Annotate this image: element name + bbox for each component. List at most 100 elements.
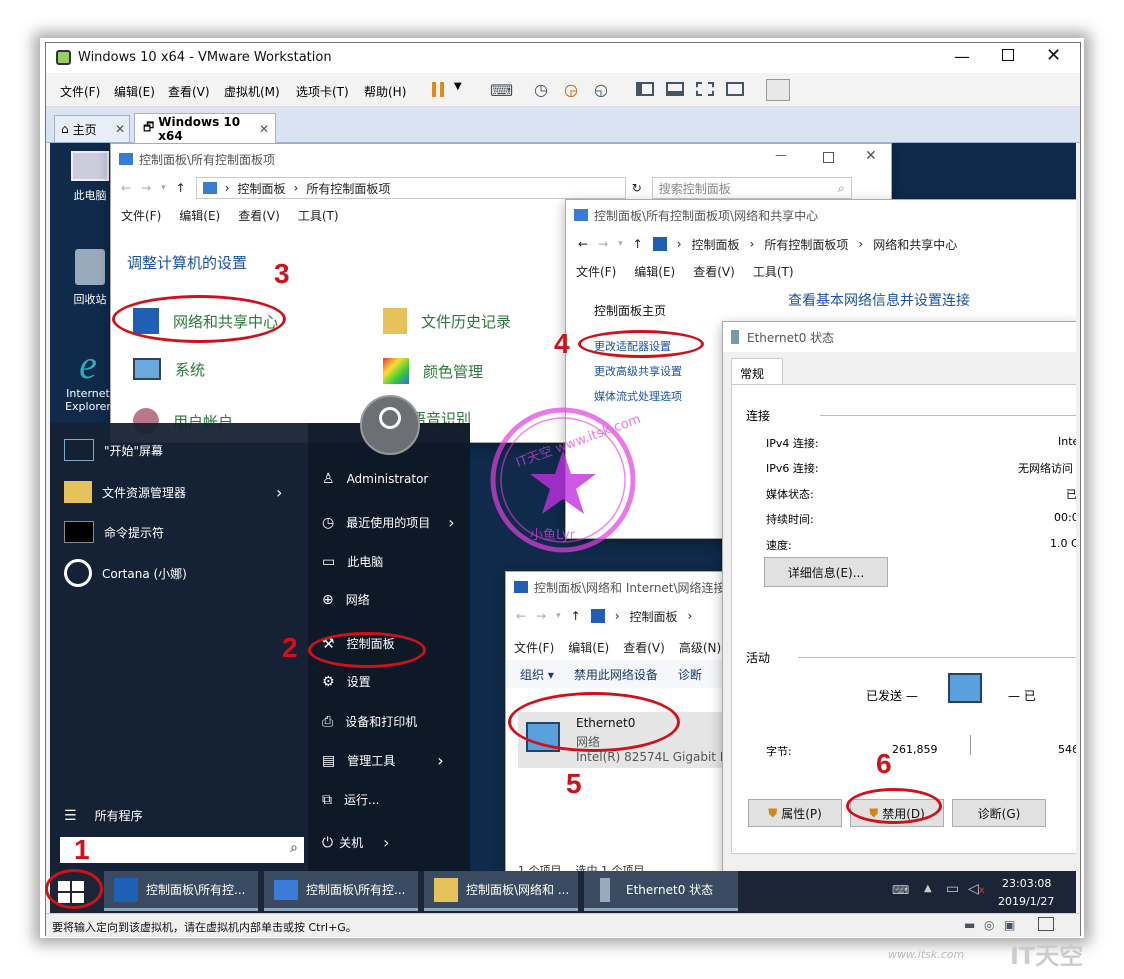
disable-device-button[interactable]: 禁用此网络设备 (574, 666, 658, 683)
cp-item-system[interactable]: 系统 (133, 358, 205, 380)
menu-view[interactable]: 查看(V) (693, 263, 735, 280)
up-icon[interactable]: ↑ (633, 237, 643, 251)
properties-button[interactable]: ⛊ 属性(P) (748, 799, 842, 827)
menu-edit[interactable]: 编辑(E) (114, 83, 155, 100)
start-right-this-pc[interactable]: ▭ 此电脑 (322, 553, 383, 570)
clock-time[interactable]: 23:03:08 (1002, 877, 1051, 890)
cd-icon[interactable]: ◎ (984, 918, 994, 932)
menu-tools[interactable]: 工具(T) (753, 263, 794, 280)
sidebar-toggle-icon[interactable] (636, 82, 654, 96)
menu-edit[interactable]: 编辑(E) (179, 207, 220, 224)
start-screen-item[interactable]: "开始"屏幕 (64, 439, 163, 461)
pause-icon[interactable] (432, 82, 444, 97)
message-icon[interactable] (1038, 917, 1054, 931)
send-keys-icon[interactable]: ⌨ (490, 81, 513, 100)
menu-tools[interactable]: 工具(T) (298, 207, 339, 224)
taskbar-item[interactable]: Ethernet0 状态 (584, 871, 738, 911)
fullscreen-icon[interactable] (696, 82, 714, 96)
path-segment[interactable]: 网络和共享中心 (873, 236, 957, 253)
all-programs[interactable]: ☰ 所有程序 (64, 807, 143, 824)
diagnose-button[interactable]: 诊断(G) (952, 799, 1046, 827)
back-icon[interactable]: ← (516, 609, 526, 623)
taskbar-item[interactable]: 控制面板\网络和 ... (424, 871, 578, 911)
chevron-up-icon[interactable]: ▲ (924, 883, 932, 894)
up-icon[interactable]: ↑ (176, 181, 186, 195)
keyboard-icon[interactable]: ⌨ (892, 883, 909, 897)
details-button[interactable]: 详细信息(E)... (764, 557, 888, 587)
maximize-button[interactable] (823, 152, 834, 163)
menu-file[interactable]: 文件(F) (60, 83, 100, 100)
back-icon[interactable]: ← (121, 181, 131, 195)
path-segment[interactable]: 所有控制面板项 (764, 236, 848, 253)
organize-button[interactable]: 组织 ▾ (520, 666, 554, 683)
thumbnail-icon[interactable] (666, 82, 684, 96)
tab-vm[interactable]: 🗗 Windows 10 x64 ✕ (134, 113, 276, 143)
path-segment[interactable]: 控制面板 (692, 236, 740, 253)
start-item-cortana[interactable]: Cortana (小娜) (64, 559, 187, 587)
start-right-run[interactable]: ⧉ 运行... (322, 791, 379, 808)
clock-date[interactable]: 2019/1/27 (998, 895, 1054, 908)
chevron-right-icon[interactable]: › (383, 833, 389, 852)
menu-file[interactable]: 文件(F) (576, 263, 616, 280)
start-search-input[interactable]: ⌕ (60, 837, 304, 863)
network-tray-icon[interactable]: ▭ (946, 881, 959, 897)
minimize-button[interactable]: — (775, 148, 787, 162)
refresh-icon[interactable]: ↻ (632, 181, 642, 195)
forward-icon[interactable]: → (536, 609, 546, 623)
network-adapter-status-icon[interactable]: ▣ (1004, 918, 1015, 932)
menu-edit[interactable]: 编辑(E) (568, 639, 609, 656)
taskbar-item[interactable]: 控制面板\所有控... (264, 871, 418, 911)
forward-icon[interactable]: → (141, 181, 151, 195)
start-right-network[interactable]: ⊕ 网络 (322, 591, 370, 608)
forward-icon[interactable]: → (598, 237, 608, 251)
search-input[interactable]: 搜索控制面板 ⌕ (651, 177, 852, 199)
menu-edit[interactable]: 编辑(E) (634, 263, 675, 280)
path-segment[interactable]: 控制面板 (630, 608, 678, 625)
cp-item-file-history[interactable]: 文件历史记录 (383, 308, 511, 334)
minimize-button[interactable]: — (954, 47, 970, 66)
snapshot-icon[interactable]: ◷ (534, 80, 548, 99)
start-item-explorer[interactable]: 文件资源管理器 › (64, 481, 282, 503)
start-right-admin-tools[interactable]: ▤ 管理工具 › (322, 751, 444, 770)
menu-view[interactable]: 查看(V) (238, 207, 280, 224)
up-icon[interactable]: ↑ (571, 609, 581, 623)
dropdown-icon[interactable]: ▾ (618, 239, 623, 249)
desktop-icon-ie[interactable]: e Internet Explorer (58, 343, 118, 414)
start-right-shutdown[interactable]: ⏻ 关机 › (322, 833, 390, 852)
dropdown-icon[interactable]: ▾ (556, 611, 561, 621)
tab-close-icon[interactable]: ✕ (115, 122, 125, 136)
chevron-right-icon[interactable]: › (276, 483, 282, 502)
close-button[interactable]: ✕ (1046, 45, 1061, 66)
cp-item-color[interactable]: 颜色管理 (383, 358, 483, 384)
start-item-cmd[interactable]: 命令提示符 (64, 521, 164, 543)
tab-close-icon[interactable]: ✕ (259, 122, 269, 136)
start-right-settings[interactable]: ⚙ 设置 (322, 673, 371, 690)
chevron-right-icon[interactable]: › (448, 513, 454, 532)
menu-help[interactable]: 帮助(H) (364, 83, 406, 100)
close-button[interactable]: ✕ (865, 148, 877, 164)
start-right-devices[interactable]: ⎙ 设备和打印机 (322, 713, 417, 730)
menu-vm[interactable]: 虚拟机(M) (224, 83, 280, 100)
sidebar-item-advanced-sharing[interactable]: 更改高级共享设置 (594, 363, 682, 379)
menu-file[interactable]: 文件(F) (121, 207, 161, 224)
taskbar-item[interactable]: 控制面板\所有控... (104, 871, 258, 911)
revert-snapshot-icon[interactable]: ◶ (564, 80, 578, 99)
back-icon[interactable]: ← (578, 237, 588, 251)
menu-advanced[interactable]: 高级(N) (679, 639, 721, 656)
menu-view[interactable]: 查看(V) (623, 639, 665, 656)
sidebar-item-home[interactable]: 控制面板主页 (594, 302, 666, 319)
volume-icon[interactable]: ◁x (968, 881, 985, 897)
snapshot-manager-icon[interactable]: ◵ (594, 80, 608, 99)
path-segment[interactable]: 控制面板 (238, 180, 286, 197)
unity-icon[interactable] (726, 82, 744, 96)
console-view-icon[interactable] (766, 79, 790, 101)
start-right-administrator[interactable]: ♙ Administrator (322, 471, 428, 487)
path-segment[interactable]: 所有控制面板项 (306, 180, 390, 197)
tab-general[interactable]: 常规 (731, 358, 783, 384)
address-field[interactable]: › 控制面板 › 所有控制面板项 (195, 177, 626, 199)
menu-file[interactable]: 文件(F) (514, 639, 554, 656)
menu-view[interactable]: 查看(V) (168, 83, 210, 100)
hdd-icon[interactable]: ▬ (964, 918, 975, 932)
menu-tabs[interactable]: 选项卡(T) (296, 83, 349, 100)
dropdown-icon[interactable]: ▾ (161, 183, 166, 193)
